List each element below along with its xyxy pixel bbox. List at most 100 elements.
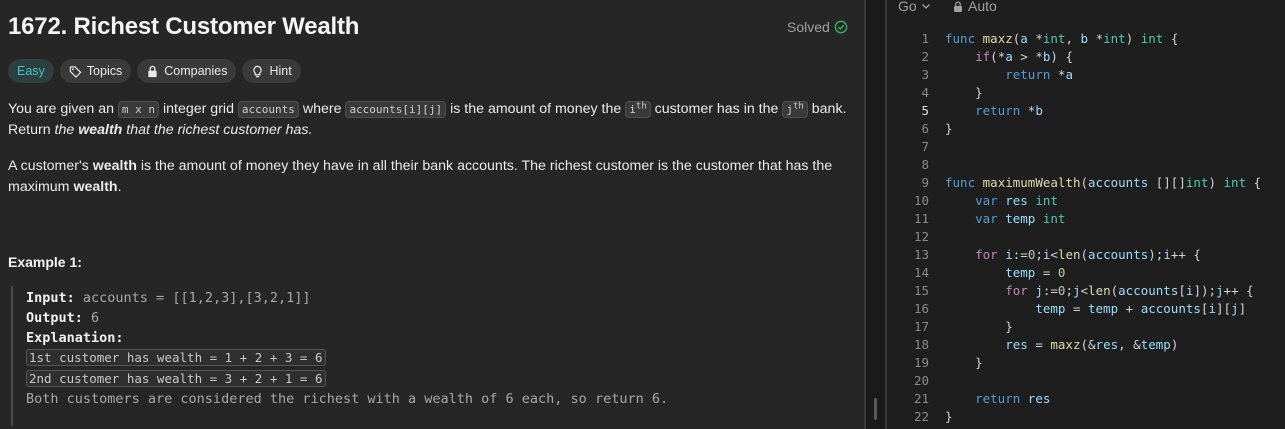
code-line[interactable]: for i:=0;i<len(accounts);i++ { <box>945 247 1201 262</box>
input-label: Input: <box>26 290 75 306</box>
line-number: 2 <box>921 49 929 64</box>
panel-resizer[interactable] <box>864 0 887 429</box>
language-selector[interactable]: Go <box>898 0 931 14</box>
description-paragraph-1: You are given an m x n integer grid acco… <box>8 99 858 141</box>
explanation-conclusion: Both customers are considered the riches… <box>26 391 669 407</box>
desc-text: A customer's <box>8 158 93 174</box>
resize-handle[interactable] <box>874 398 877 420</box>
line-number: 13 <box>913 247 929 262</box>
inline-code: accounts <box>237 101 299 118</box>
line-number: 9 <box>921 175 929 190</box>
topics-button[interactable]: Topics <box>59 59 132 83</box>
companies-button[interactable]: Companies <box>137 59 237 83</box>
explanation-line: 1st customer has wealth = 1 + 2 + 3 = 6 <box>26 349 326 366</box>
desc-text: . <box>117 179 122 195</box>
desc-text: Return <box>8 122 55 138</box>
desc-text: is the amount of money the <box>446 101 626 117</box>
lock-icon <box>954 0 962 12</box>
code-line[interactable]: } <box>945 409 953 424</box>
example-explanation-label: Explanation: <box>26 330 124 346</box>
code-line[interactable]: var res int <box>945 193 1058 208</box>
code-line[interactable]: func maxz(a *int, b *int) int { <box>945 31 1178 46</box>
output-value: 6 <box>82 310 100 326</box>
problem-title: 1672. Richest Customer Wealth <box>8 13 360 40</box>
output-label: Output: <box>26 310 83 326</box>
difficulty-badge[interactable]: Easy <box>8 59 54 83</box>
code-line[interactable]: return res <box>945 391 1050 406</box>
code-line[interactable]: func maximumWealth(accounts [][]int) int… <box>945 175 1261 190</box>
code-line[interactable]: return *b <box>945 103 1043 118</box>
description-panel: 1672. Richest Customer Wealth Solved Eas… <box>0 0 864 429</box>
code-line[interactable]: } <box>945 121 953 136</box>
desc-text: You are given an <box>8 101 118 117</box>
check-circle-icon <box>834 20 848 34</box>
explanation-text: 2nd customer has wealth = 3 + 2 + 1 = 6 <box>26 370 326 387</box>
lock-icon <box>148 65 157 77</box>
hint-button[interactable]: Hint <box>242 59 301 83</box>
line-number: 15 <box>913 283 929 298</box>
example-title: Example 1: <box>8 254 82 270</box>
line-number: 14 <box>913 265 929 280</box>
line-number: 17 <box>913 319 929 334</box>
line-number: 1 <box>921 31 929 46</box>
desc-bold: wealth <box>92 158 137 174</box>
code-line[interactable]: return *a <box>945 67 1073 82</box>
explanation-text: 1st customer has wealth = 1 + 2 + 3 = 6 <box>26 349 326 366</box>
code-line[interactable]: temp = temp + accounts[i][j] <box>945 301 1246 316</box>
desc-italic: that the richest customer has. <box>122 122 313 138</box>
code-line[interactable]: } <box>945 319 1013 334</box>
line-number: 22 <box>913 409 929 424</box>
code-line[interactable]: temp = 0 <box>945 265 1065 280</box>
example-block: Input: accounts = [[1,2,3],[3,2,1]] Outp… <box>11 286 863 426</box>
code-line[interactable]: for j:=0;j<len(accounts[i]);j++ { <box>945 283 1253 298</box>
line-number: 7 <box>921 139 929 154</box>
input-value: accounts = [[1,2,3],[3,2,1]] <box>74 290 311 306</box>
solved-label: Solved <box>787 19 830 35</box>
desc-text: is the amount of money they have in all … <box>136 158 833 174</box>
companies-label: Companies <box>164 64 228 78</box>
topics-label: Topics <box>86 64 123 78</box>
code-line[interactable]: var temp int <box>945 211 1065 226</box>
code-line[interactable]: } <box>945 85 983 100</box>
code-j: j <box>786 103 793 116</box>
example-output: Output: 6 <box>26 310 99 326</box>
desc-text: integer grid <box>159 101 238 117</box>
explanation-label: Explanation: <box>26 330 124 346</box>
code-i: i <box>629 103 636 116</box>
inline-code: jth <box>782 101 808 118</box>
line-number: 6 <box>921 121 929 136</box>
description-paragraph-2: A customer's wealth is the amount of mon… <box>8 156 858 198</box>
code-line[interactable]: if(*a > *b) { <box>945 49 1073 64</box>
tag-icon <box>69 65 82 78</box>
code-editor-panel: Go Auto 1 func maxz(a *int, b *int) int {… <box>887 0 1285 429</box>
difficulty-label: Easy <box>17 64 45 78</box>
tag-row: Easy Topics Companies Hint <box>8 59 301 83</box>
lightbulb-icon <box>253 65 263 77</box>
language-label: Go <box>898 0 917 14</box>
line-number: 16 <box>913 301 929 316</box>
line-number: 21 <box>913 391 929 406</box>
line-number: 4 <box>921 85 929 100</box>
auto-mode-toggle[interactable]: Auto <box>953 0 997 14</box>
line-number: 8 <box>921 157 929 172</box>
code-line[interactable]: } <box>945 355 983 370</box>
example-input: Input: accounts = [[1,2,3],[3,2,1]] <box>26 290 310 306</box>
hint-label: Hint <box>269 64 292 78</box>
line-number: 5 <box>921 103 929 118</box>
resizer-line <box>864 0 866 429</box>
desc-text: maximum <box>8 179 74 195</box>
line-number: 18 <box>913 337 929 352</box>
auto-label: Auto <box>968 0 997 14</box>
inline-code: ith <box>625 101 651 118</box>
desc-bold: wealth <box>78 122 123 138</box>
line-number: 12 <box>913 229 929 244</box>
desc-italic: the <box>54 122 79 138</box>
superscript: th <box>792 101 804 112</box>
code-line[interactable]: res = maxz(&res, &temp) <box>945 337 1178 352</box>
line-number: 10 <box>913 193 929 208</box>
inline-code: m x n <box>117 101 160 118</box>
desc-bold: wealth <box>73 179 118 195</box>
desc-text: bank. <box>807 101 847 117</box>
line-number: 19 <box>913 355 929 370</box>
line-number: 20 <box>913 373 929 388</box>
